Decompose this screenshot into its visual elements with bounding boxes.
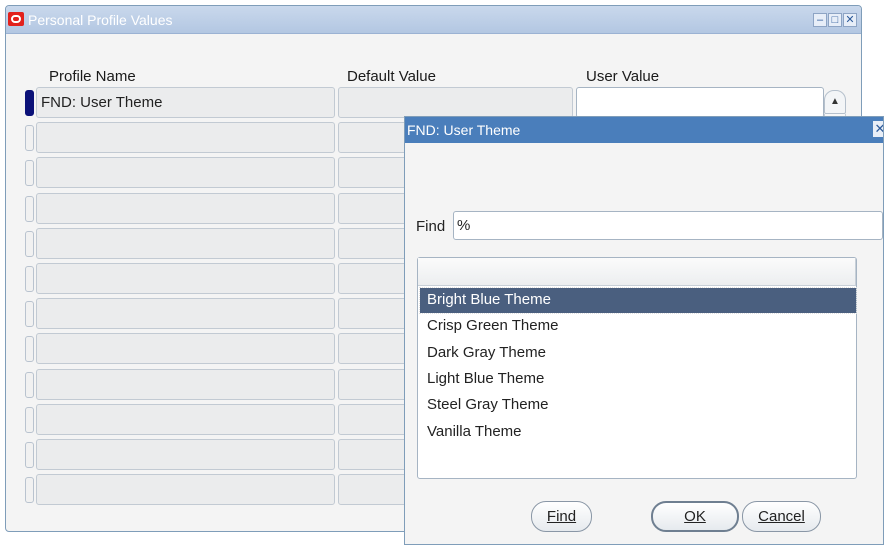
minimize-icon[interactable]: –: [813, 13, 827, 27]
row-indicator[interactable]: [25, 90, 34, 116]
cancel-button[interactable]: Cancel: [742, 501, 821, 532]
lov-results-list[interactable]: Bright Blue Theme Crisp Green Theme Dark G…: [417, 257, 857, 479]
window-title: Personal Profile Values: [28, 12, 173, 28]
maximize-icon[interactable]: □: [828, 13, 842, 27]
row-indicator[interactable]: [25, 196, 34, 222]
row-indicator[interactable]: [25, 301, 34, 327]
row-indicator[interactable]: [25, 125, 34, 151]
row-indicator[interactable]: [25, 442, 34, 468]
list-item[interactable]: Crisp Green Theme: [420, 314, 856, 339]
lov-title: FND: User Theme: [407, 122, 521, 138]
oracle-logo-icon: [8, 12, 24, 26]
column-header-user-value: User Value: [586, 68, 660, 85]
profile-name-cell[interactable]: [36, 474, 335, 505]
profile-name-cell[interactable]: [36, 404, 335, 435]
find-button[interactable]: Find: [531, 501, 592, 532]
row-indicator[interactable]: [25, 477, 34, 503]
list-item[interactable]: Vanilla Theme: [420, 420, 856, 445]
row-indicator[interactable]: [25, 266, 34, 292]
scroll-up-icon[interactable]: ▲: [824, 90, 846, 114]
user-value-cell[interactable]: [576, 87, 824, 118]
profile-name-cell[interactable]: [36, 439, 335, 470]
list-header: [418, 258, 856, 286]
lov-dialog: FND: User Theme ✕ Find % Bright Blue The…: [404, 116, 884, 545]
close-icon[interactable]: ✕: [843, 13, 857, 27]
row-indicator[interactable]: [25, 160, 34, 186]
list-item[interactable]: Steel Gray Theme: [420, 393, 856, 418]
list-item[interactable]: Bright Blue Theme: [419, 287, 857, 314]
row-indicator[interactable]: [25, 231, 34, 257]
lov-title-bar[interactable]: FND: User Theme ✕: [405, 117, 883, 143]
column-header-profile-name: Profile Name: [49, 68, 136, 85]
profile-name-cell[interactable]: [36, 193, 335, 224]
window-title-bar[interactable]: Personal Profile Values – □ ✕: [6, 6, 861, 34]
ok-button[interactable]: OK: [651, 501, 739, 532]
find-input[interactable]: %: [453, 211, 883, 240]
default-value-cell[interactable]: [338, 87, 573, 118]
list-item[interactable]: Dark Gray Theme: [420, 341, 856, 366]
profile-name-cell[interactable]: [36, 298, 335, 329]
table-row: FND: User Theme: [25, 87, 841, 118]
profile-name-cell[interactable]: [36, 228, 335, 259]
profile-name-cell[interactable]: [36, 122, 335, 153]
row-indicator[interactable]: [25, 407, 34, 433]
list-item[interactable]: Light Blue Theme: [420, 367, 856, 392]
row-indicator[interactable]: [25, 336, 34, 362]
find-button-label: Find: [546, 508, 577, 525]
profile-name-cell[interactable]: [36, 369, 335, 400]
profile-name-cell[interactable]: [36, 263, 335, 294]
ok-button-label: OK: [684, 508, 706, 525]
lov-close-icon[interactable]: ✕: [873, 121, 883, 137]
list-header-divider: [855, 258, 856, 286]
profile-name-cell[interactable]: [36, 157, 335, 188]
column-header-default-value: Default Value: [347, 68, 436, 85]
profile-name-cell[interactable]: FND: User Theme: [36, 87, 335, 118]
profile-name-cell[interactable]: [36, 333, 335, 364]
find-label: Find: [416, 218, 446, 235]
cancel-button-label: Cancel: [758, 508, 805, 525]
row-indicator[interactable]: [25, 372, 34, 398]
